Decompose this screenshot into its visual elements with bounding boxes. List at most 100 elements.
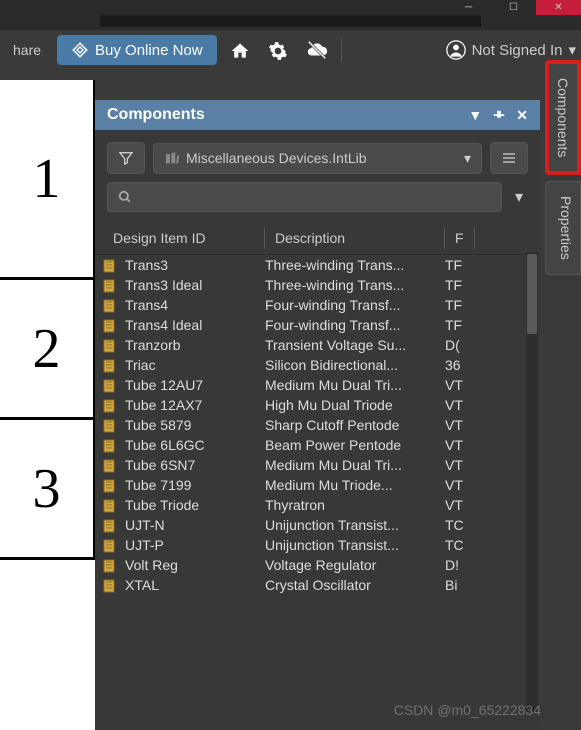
component-icon (95, 557, 123, 573)
cell-id: XTAL (123, 577, 265, 593)
cell-id: Tube 6SN7 (123, 457, 265, 473)
panel-close-icon[interactable]: ✕ (516, 107, 528, 124)
table-row[interactable]: Tube 12AX7High Mu Dual TriodeVT (95, 395, 540, 415)
schematic-cell[interactable]: 3 (0, 420, 95, 560)
filter-button[interactable] (107, 142, 145, 174)
table-row[interactable]: UJT-NUnijunction Transist...TC (95, 515, 540, 535)
address-input[interactable] (100, 15, 481, 27)
table-row[interactable]: Tube TriodeThyratronVT (95, 495, 540, 515)
table-row[interactable]: TriacSilicon Bidirectional...36 (95, 355, 540, 375)
altium-logo-icon (71, 41, 89, 59)
search-box[interactable] (107, 182, 502, 212)
table-row[interactable]: Tube 5879Sharp Cutoff PentodeVT (95, 415, 540, 435)
window-controls: ─ ☐ ✕ (0, 0, 581, 15)
cell-desc: Sharp Cutoff Pentode (265, 417, 445, 433)
side-tab-properties[interactable]: Properties (545, 181, 581, 275)
scrollbar-thumb[interactable] (527, 254, 537, 334)
search-input[interactable] (138, 189, 491, 205)
cell-id: Tube 12AU7 (123, 377, 265, 393)
divider (341, 38, 342, 62)
panel-menu-button[interactable] (490, 142, 528, 174)
column-description[interactable]: Description (265, 227, 445, 249)
table-row[interactable]: Volt RegVoltage RegulatorD! (95, 555, 540, 575)
components-table: Design Item ID Description F Trans3Three… (95, 222, 540, 730)
gear-icon[interactable] (263, 34, 293, 65)
cell-desc: Medium Mu Dual Tri... (265, 377, 445, 393)
cell-f: TC (445, 517, 475, 533)
table-row[interactable]: Trans4 IdealFour-winding Transf...TF (95, 315, 540, 335)
cell-id: Triac (123, 357, 265, 373)
cell-desc: Transient Voltage Su... (265, 337, 445, 353)
table-row[interactable]: UJT-PUnijunction Transist...TC (95, 535, 540, 555)
cell-desc: Thyratron (265, 497, 445, 513)
library-name: Miscellaneous Devices.IntLib (186, 150, 367, 166)
watermark: CSDN @m0_65222834 (394, 702, 541, 718)
table-row[interactable]: TranzorbTransient Voltage Su...D( (95, 335, 540, 355)
cell-id: Trans4 (123, 297, 265, 313)
panel-header: Components ▼ ✕ (95, 100, 540, 130)
cell-id: Tube 12AX7 (123, 397, 265, 413)
signin-label: Not Signed In (472, 42, 563, 59)
component-icon (95, 457, 123, 473)
schematic-cell[interactable]: 2 (0, 280, 95, 420)
close-window-button[interactable]: ✕ (536, 0, 581, 15)
component-icon (95, 537, 123, 553)
side-tabs: Components Properties (545, 60, 581, 275)
cell-id: Trans3 (123, 257, 265, 273)
table-row[interactable]: Tube 6SN7Medium Mu Dual Tri...VT (95, 455, 540, 475)
panel-pin-icon[interactable] (492, 107, 506, 123)
component-icon (95, 377, 123, 393)
cell-id: Volt Reg (123, 557, 265, 573)
table-row[interactable]: Tube 12AU7Medium Mu Dual Tri...VT (95, 375, 540, 395)
buy-online-button[interactable]: Buy Online Now (57, 35, 217, 65)
cloud-off-icon[interactable] (301, 34, 333, 66)
components-panel: Components ▼ ✕ Miscellaneous Devices.Int… (95, 100, 540, 730)
side-tab-components[interactable]: Components (545, 60, 581, 175)
cell-f: TF (445, 297, 475, 313)
cell-id: UJT-N (123, 517, 265, 533)
chevron-down-icon: ▾ (464, 150, 471, 167)
cell-desc: Crystal Oscillator (265, 577, 445, 593)
scrollbar[interactable] (526, 252, 538, 712)
column-design-item-id[interactable]: Design Item ID (95, 227, 265, 249)
column-f[interactable]: F (445, 227, 475, 249)
cell-desc: Beam Power Pentode (265, 437, 445, 453)
cell-desc: Four-winding Transf... (265, 317, 445, 333)
table-row[interactable]: Trans3Three-winding Trans...TF (95, 255, 540, 275)
library-select[interactable]: Miscellaneous Devices.IntLib ▾ (153, 143, 482, 174)
cell-desc: Silicon Bidirectional... (265, 357, 445, 373)
home-icon[interactable] (225, 34, 255, 65)
cell-f: VT (445, 377, 475, 393)
schematic-cell[interactable]: 1 (0, 80, 95, 280)
cell-desc: Voltage Regulator (265, 557, 445, 573)
cell-f: VT (445, 417, 475, 433)
minimize-button[interactable]: ─ (446, 0, 491, 15)
table-row[interactable]: Tube 7199Medium Mu Triode...VT (95, 475, 540, 495)
cell-desc: Three-winding Trans... (265, 277, 445, 293)
component-icon (95, 577, 123, 593)
signin-button[interactable]: Not Signed In ▾ (446, 40, 576, 60)
table-row[interactable]: Tube 6L6GCBeam Power PentodeVT (95, 435, 540, 455)
maximize-button[interactable]: ☐ (491, 0, 536, 15)
panel-dropdown-icon[interactable]: ▼ (468, 107, 482, 123)
cell-f: D( (445, 337, 475, 353)
component-icon (95, 397, 123, 413)
library-icon (164, 150, 180, 166)
search-dropdown[interactable]: ▾ (510, 182, 528, 212)
table-row[interactable]: XTALCrystal OscillatorBi (95, 575, 540, 595)
cell-id: UJT-P (123, 537, 265, 553)
search-icon (118, 190, 132, 204)
cell-id: Trans4 Ideal (123, 317, 265, 333)
table-row[interactable]: Trans3 IdealThree-winding Trans...TF (95, 275, 540, 295)
table-row[interactable]: Trans4Four-winding Transf...TF (95, 295, 540, 315)
main-toolbar: hare Buy Online Now Not Signed In ▾ (0, 30, 581, 70)
funnel-icon (118, 150, 134, 166)
component-icon (95, 517, 123, 533)
panel-title: Components (107, 106, 205, 124)
user-icon (446, 40, 466, 60)
schematic-area: 1 2 3 (0, 80, 95, 730)
cell-id: Tube 5879 (123, 417, 265, 433)
cell-f: VT (445, 477, 475, 493)
component-icon (95, 477, 123, 493)
share-button[interactable]: hare (5, 37, 49, 63)
